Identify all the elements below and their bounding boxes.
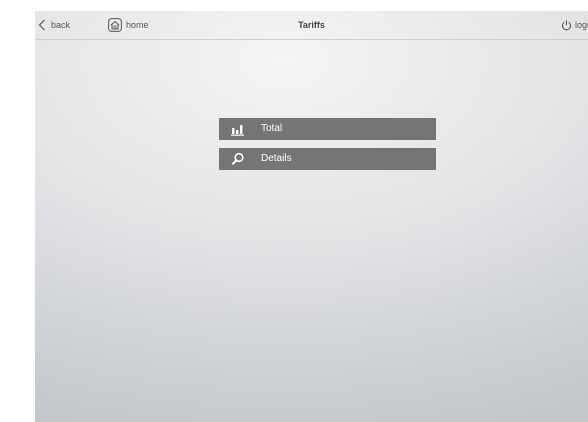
- power-icon: [561, 20, 572, 31]
- page-title: Tariffs: [298, 20, 325, 30]
- app-screen: back home Tariffs logout: [35, 11, 588, 422]
- menu-item-details[interactable]: Details: [219, 148, 436, 170]
- logout-label: logout: [575, 20, 588, 30]
- bar-chart-icon: [231, 122, 245, 136]
- tariffs-menu: Total Details: [219, 118, 436, 178]
- logout-button[interactable]: logout: [561, 11, 588, 39]
- magnifier-icon: [231, 152, 245, 166]
- menu-item-total-label: Total: [261, 123, 283, 134]
- top-bar: back home Tariffs logout: [35, 11, 588, 40]
- menu-item-total[interactable]: Total: [219, 118, 436, 140]
- menu-item-details-label: Details: [261, 153, 292, 164]
